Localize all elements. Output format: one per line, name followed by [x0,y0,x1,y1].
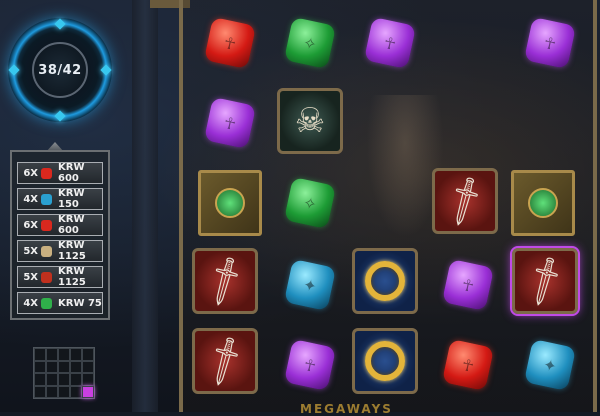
minimap-cell [82,360,94,373]
minimap-cell [46,360,58,373]
spin-counter-ring: 38/42 [8,18,112,122]
reel-cell[interactable]: ☠ [275,86,345,156]
minimap-cell [46,385,58,398]
reel-cell[interactable] [508,168,578,238]
purple-gem-icon: ☥ [441,258,495,312]
minimap-cell [82,373,94,386]
purple-gem-icon: ☥ [363,16,417,70]
ring-gem-icon [8,64,20,76]
paytable-row: 5X KRW 1125 [17,266,103,288]
paytable-multiplier: 6X [23,167,38,179]
paytable-payout: KRW 150 [58,188,85,210]
blue-gem-icon [41,193,52,205]
minimap-cell [34,360,46,373]
minimap-cell [46,373,58,386]
reel-cell[interactable]: 🗡 [190,326,260,396]
green-gem-icon: ✧ [283,16,337,70]
paytable-payout: KRW 600 [58,162,85,184]
reel-cell[interactable] [350,246,420,316]
reel-cell[interactable]: 🗡 [190,246,260,316]
paytable-payout: KRW 600 [58,214,85,236]
minimap-cell [70,385,82,398]
dagger-icon [41,271,52,283]
minimap-cell [34,373,46,386]
reel-cell[interactable]: ☥ [195,88,265,158]
red-gem-icon [41,219,52,231]
reel-cell[interactable]: ✧ [275,168,345,238]
background-pillar [132,0,158,412]
paytable-multiplier: 4X [23,193,38,205]
minimap-cell [70,373,82,386]
minimap-cell [70,348,82,361]
paytable-multiplier: 6X [23,219,38,231]
minimap-cell [34,385,46,398]
paytable-multiplier: 5X [23,271,38,283]
purple-gem-icon: ☥ [283,338,337,392]
minimap-cell [58,360,70,373]
blue-gem-icon: ✦ [523,338,577,392]
reel-cell[interactable]: ☥ [195,8,265,78]
minimap-cell [46,348,58,361]
reel-cell[interactable]: ☥ [275,330,345,400]
reel-cell[interactable]: ☥ [355,8,425,78]
green-gem-icon: ✧ [283,176,337,230]
gold-ring-icon [352,248,418,314]
dagger-icon: 🗡 [192,248,258,314]
ring-gem-icon [54,18,66,30]
paytable-multiplier: 5X [23,245,38,257]
minimap-cell-active [82,385,94,398]
minimap-cell [82,348,94,361]
gold-ring-icon [352,328,418,394]
red-gem-icon: ☥ [203,16,257,70]
reel-cell[interactable]: 🗡 [430,166,500,236]
skull-mask-icon [41,245,52,257]
purple-gem-icon: ☥ [203,96,257,150]
paytable-row: 4X KRW 75 [17,292,103,314]
purple-gem-icon: ☥ [523,16,577,70]
paytable-payout: KRW 1125 [58,266,86,288]
minimap-cell [58,373,70,386]
minimap-cell [58,348,70,361]
reel-cell[interactable]: ☥ [515,8,585,78]
blue-gem-icon: ✦ [283,258,337,312]
minimap-cell [34,348,46,361]
spellbook-icon [511,170,575,236]
reel-cell[interactable]: ✧ [275,8,345,78]
ring-gem-icon [100,64,112,76]
paytable-multiplier: 4X [23,297,38,309]
minimap-cell [58,385,70,398]
paytable-payout: KRW 1125 [58,240,86,262]
reel-cell[interactable] [350,326,420,396]
megaways-logo: MEGAWAYS [300,402,393,416]
reel-cell[interactable]: ✦ [275,250,345,320]
dagger-icon: 🗡 [432,168,498,234]
dagger-icon: 🗡 [510,246,580,316]
spellbook-icon [198,170,262,236]
paytable-payout: KRW 75 [58,297,102,309]
paytable-row: 6X KRW 600 [17,162,103,184]
reel-cell[interactable] [195,168,265,238]
paytable-row: 5X KRW 1125 [17,240,103,262]
skull-mask-icon: ☠ [277,88,343,154]
minimap-cell [70,360,82,373]
red-gem-icon: ☥ [441,338,495,392]
paytable-row: 4X KRW 150 [17,188,103,210]
red-gem-icon [41,167,52,179]
reel-cell[interactable]: ☥ [433,330,503,400]
reel-cell-highlighted[interactable]: 🗡 [510,246,580,316]
paytable-row: 6X KRW 600 [17,214,103,236]
green-gem-icon [41,297,52,309]
spin-counter-inner: 38/42 [32,42,88,98]
reel-minimap [33,347,95,399]
ring-gem-icon [54,110,66,122]
win-paytable: 6X KRW 600 4X KRW 150 6X KRW 600 5X KRW … [10,150,110,320]
dagger-icon: 🗡 [192,328,258,394]
reel-cell[interactable]: ☥ [433,250,503,320]
reel-cell[interactable]: ✦ [515,330,585,400]
spin-counter-text: 38/42 [38,62,82,78]
